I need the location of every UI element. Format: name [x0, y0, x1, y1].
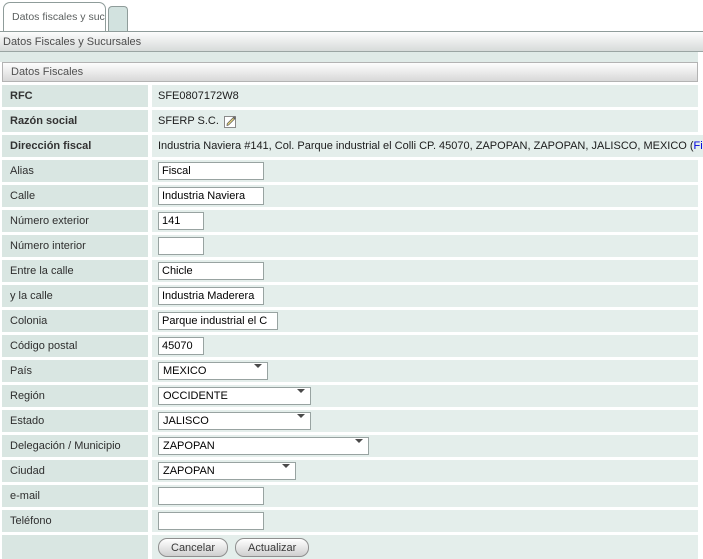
colonia-label: Colonia: [2, 310, 148, 332]
chevron-down-icon: [297, 393, 305, 405]
field-row-email: e-mail: [2, 485, 698, 507]
rfc-label: RFC: [2, 85, 148, 107]
calle-label: Calle: [2, 185, 148, 207]
ciudad-label: Ciudad: [2, 460, 148, 482]
edit-icon[interactable]: [224, 115, 237, 128]
delegacion-municipio-select-value: ZAPOPAN: [163, 440, 215, 452]
codigo-postal-label: Código postal: [2, 335, 148, 357]
calle-input[interactable]: [158, 187, 264, 205]
codigo-postal-input[interactable]: [158, 337, 204, 355]
chevron-down-icon: [282, 468, 290, 480]
pais-select[interactable]: MEXICO: [158, 362, 268, 380]
field-row-numero-exterior: Número exterior: [2, 210, 698, 232]
email-input[interactable]: [158, 487, 264, 505]
numero-interior-label: Número interior: [2, 235, 148, 257]
field-row-direccion-fiscal: Dirección fiscal Industria Naviera #141,…: [2, 135, 698, 157]
numero-exterior-input[interactable]: [158, 212, 204, 230]
delegacion-municipio-select[interactable]: ZAPOPAN: [158, 437, 369, 455]
spacer-strip: [0, 52, 698, 62]
delegacion-municipio-label: Delegación / Municipio: [2, 435, 148, 457]
tab-secondary[interactable]: [108, 6, 128, 31]
entre-la-calle-label: Entre la calle: [2, 260, 148, 282]
tab-bar: Datos fiscales y sucursales: [0, 0, 703, 31]
field-row-entre-la-calle: Entre la calle: [2, 260, 698, 282]
pais-label: País: [2, 360, 148, 382]
region-select-value: OCCIDENTE: [163, 390, 228, 402]
datos-fiscales-panel: Datos Fiscales RFC SFE0807172W8 Razón so…: [0, 52, 698, 559]
razon-social-value: SFERP S.C.: [158, 115, 219, 127]
cancel-button[interactable]: Cancelar: [158, 538, 228, 557]
telefono-input[interactable]: [158, 512, 264, 530]
ciudad-select-value: ZAPOPAN: [163, 465, 215, 477]
ciudad-select[interactable]: ZAPOPAN: [158, 462, 296, 480]
alias-input[interactable]: [158, 162, 264, 180]
field-row-y-la-calle: y la calle: [2, 285, 698, 307]
numero-exterior-label: Número exterior: [2, 210, 148, 232]
alias-label: Alias: [2, 160, 148, 182]
y-la-calle-input[interactable]: [158, 287, 264, 305]
field-row-delegacion-municipio: Delegación / Municipio ZAPOPAN: [2, 435, 698, 457]
direccion-fiscal-value: Industria Naviera #141, Col. Parque indu…: [158, 140, 687, 152]
pais-select-value: MEXICO: [163, 365, 206, 377]
estado-select-value: JALISCO: [163, 415, 209, 427]
field-row-alias: Alias: [2, 160, 698, 182]
colonia-input[interactable]: [158, 312, 278, 330]
field-row-codigo-postal: Código postal: [2, 335, 698, 357]
numero-interior-input[interactable]: [158, 237, 204, 255]
chevron-down-icon: [297, 418, 305, 430]
region-label: Región: [2, 385, 148, 407]
estado-label: Estado: [2, 410, 148, 432]
button-row-label-cell: [2, 535, 148, 559]
chevron-down-icon: [254, 368, 262, 380]
chevron-down-icon: [355, 443, 363, 455]
region-select[interactable]: OCCIDENTE: [158, 387, 311, 405]
fiscal-form: RFC SFE0807172W8 Razón social SFERP S.C.…: [0, 85, 698, 559]
field-row-numero-interior: Número interior: [2, 235, 698, 257]
telefono-label: Teléfono: [2, 510, 148, 532]
button-row: Cancelar Actualizar: [2, 535, 698, 559]
field-row-rfc: RFC SFE0807172W8: [2, 85, 698, 107]
field-row-telefono: Teléfono: [2, 510, 698, 532]
fiscal-address-link[interactable]: Fiscal: [694, 140, 703, 152]
field-row-calle: Calle: [2, 185, 698, 207]
field-row-estado: Estado JALISCO: [2, 410, 698, 432]
field-row-colonia: Colonia: [2, 310, 698, 332]
estado-select[interactable]: JALISCO: [158, 412, 311, 430]
page-title: Datos Fiscales y Sucursales: [0, 31, 703, 52]
field-row-razon-social: Razón social SFERP S.C.: [2, 110, 698, 132]
field-row-ciudad: Ciudad ZAPOPAN: [2, 460, 698, 482]
entre-la-calle-input[interactable]: [158, 262, 264, 280]
email-label: e-mail: [2, 485, 148, 507]
razon-social-label: Razón social: [2, 110, 148, 132]
section-title: Datos Fiscales: [2, 62, 698, 82]
update-button[interactable]: Actualizar: [235, 538, 309, 557]
tab-datos-fiscales[interactable]: Datos fiscales y sucursales: [3, 2, 106, 31]
field-row-region: Región OCCIDENTE: [2, 385, 698, 407]
field-row-pais: País MEXICO: [2, 360, 698, 382]
y-la-calle-label: y la calle: [2, 285, 148, 307]
rfc-value: SFE0807172W8: [158, 90, 239, 102]
direccion-fiscal-label: Dirección fiscal: [2, 135, 148, 157]
